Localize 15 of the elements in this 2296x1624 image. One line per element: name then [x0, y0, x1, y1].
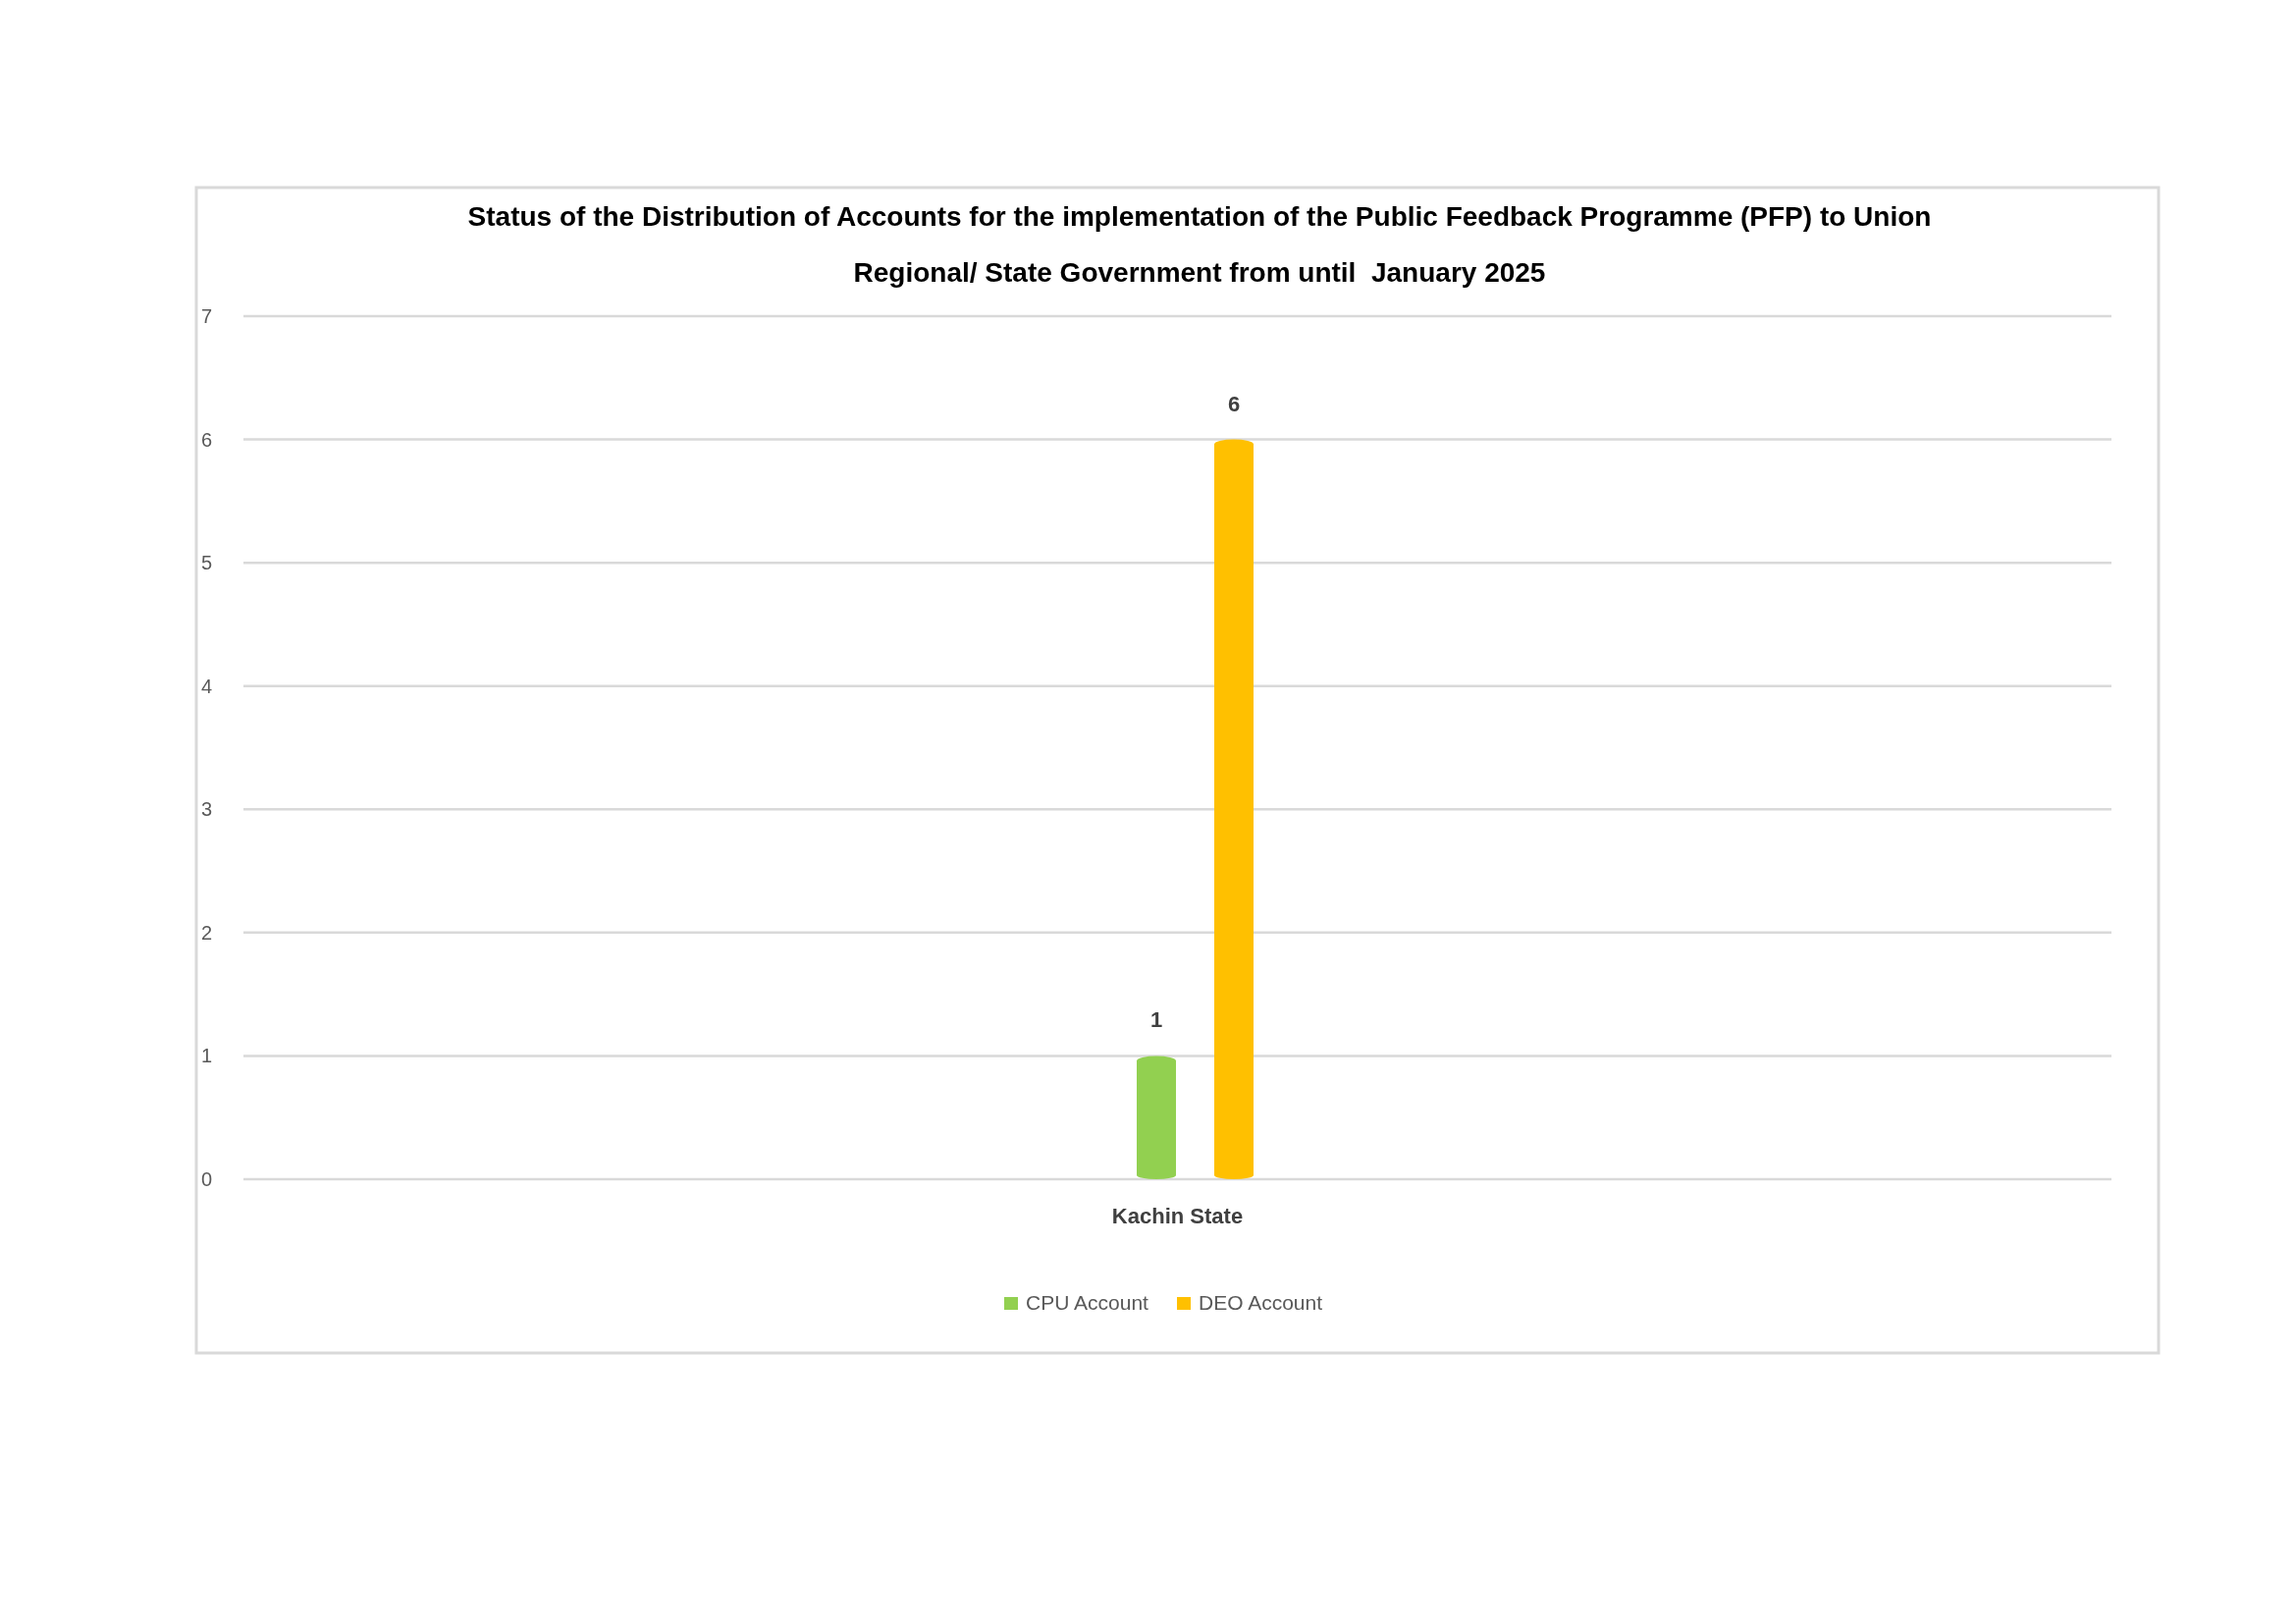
y-tick-label: 1: [201, 1045, 213, 1067]
y-tick-label: 7: [201, 305, 213, 327]
y-tick-label: 2: [201, 921, 213, 944]
category-label: Kachin State: [1111, 1204, 1244, 1228]
legend-label: CPU Account: [1026, 1291, 1148, 1314]
chart-title: Regional/ State Government from until January 2025: [853, 257, 1546, 288]
chart-title: Status of the Distribution of Accounts for the implementation of the Public Feedback Programme (PFP) to Union: [467, 201, 1932, 232]
y-tick-label: 0: [201, 1168, 213, 1190]
y-tick-label: 6: [201, 428, 213, 451]
y-tick-label: 5: [201, 552, 213, 574]
y-tick-label: 3: [201, 798, 213, 821]
data-label: 6: [1227, 391, 1241, 416]
legend-label: DEO Account: [1199, 1291, 1323, 1314]
y-tick-label: 4: [201, 675, 213, 697]
data-label: 1: [1149, 1007, 1163, 1033]
